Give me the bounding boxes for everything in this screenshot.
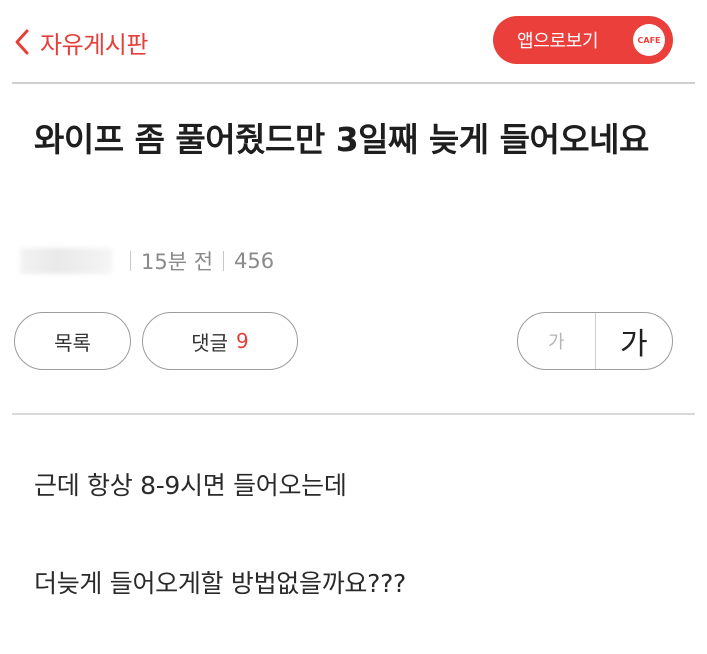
meta-separator [223, 251, 225, 271]
post-body-line: 더늦게 들어오게할 방법없을까요??? [34, 569, 407, 598]
list-button[interactable]: 목록 [14, 312, 131, 370]
cafe-badge-icon: CAFE [633, 24, 665, 56]
meta-separator [130, 251, 131, 271]
content-divider [12, 413, 695, 415]
post-time: 15분 전 [141, 250, 214, 274]
font-size-small-button[interactable]: 가 [518, 313, 596, 369]
post-meta: 15분 전 456 [20, 244, 274, 278]
post-title: 와이프 좀 풀어줬드만 3일째 늦게 들어오네요 [34, 120, 649, 159]
comments-button[interactable]: 댓글 9 [142, 312, 298, 370]
top-bar: 자유게시판 앱으로보기 CAFE [0, 0, 707, 82]
view-count: 456 [234, 249, 275, 273]
open-in-app-label: 앱으로보기 [517, 31, 599, 52]
comments-button-label: 댓글 [191, 330, 229, 355]
header-divider [12, 82, 695, 84]
back-to-board-link[interactable]: 자유게시판 [14, 22, 148, 62]
board-name-label: 자유게시판 [40, 30, 148, 59]
author-name-redacted [20, 248, 112, 274]
comment-count: 9 [236, 329, 249, 353]
font-size-control: 가 가 [517, 312, 673, 370]
open-in-app-button[interactable]: 앱으로보기 CAFE [493, 16, 673, 64]
post-body-line: 근데 항상 8-9시면 들어오는데 [34, 471, 347, 500]
chevron-left-icon [15, 29, 29, 55]
list-button-label: 목록 [54, 330, 91, 355]
font-size-large-button[interactable]: 가 [596, 313, 673, 369]
